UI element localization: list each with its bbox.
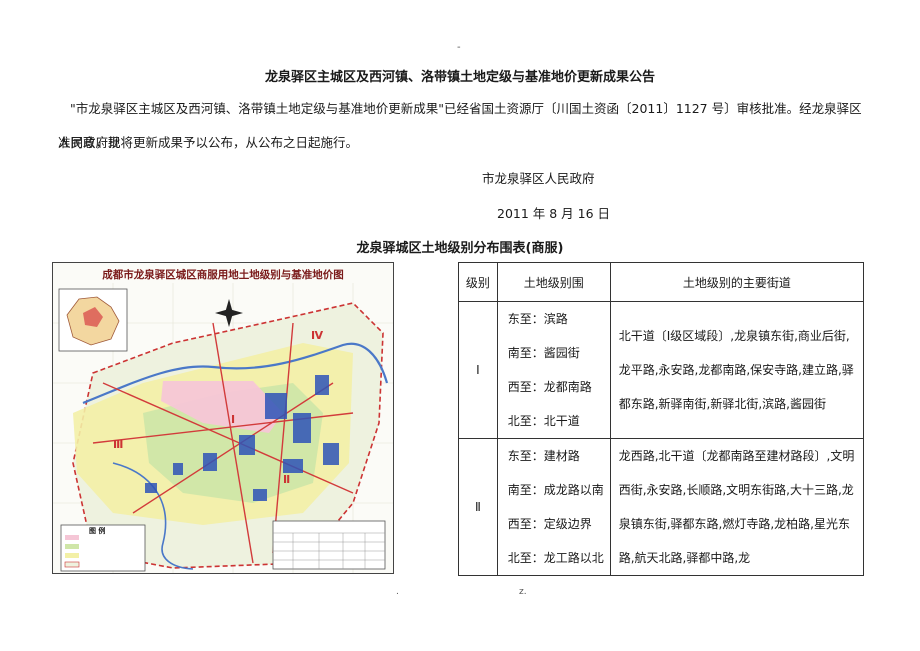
bound-south: 南至：酱园街	[507, 346, 580, 360]
bound-north: 北至：北干道	[507, 414, 580, 428]
map-zone-label-2: Ⅱ	[283, 473, 291, 486]
table-title: 龙泉驿城区土地级别分布围表(商服)	[356, 241, 564, 256]
land-grade-map: 成都市龙泉驿区城区商服用地土地级别与基准地价图 Ⅰ Ⅱ Ⅲ Ⅳ 图 例	[52, 262, 394, 574]
bound-west: 西至：定级边界	[507, 517, 592, 531]
map-zone-label-4: Ⅳ	[311, 329, 324, 342]
bound-east: 东至：滨路	[507, 312, 568, 326]
streets-text: 北干道〔Ⅰ级区域段〕,龙泉镇东街,商业后街,龙平路,永安路,龙都南路,保安寺路,…	[618, 329, 854, 411]
bound-north: 北至：龙工路以北	[507, 551, 604, 565]
page-top-mark: -	[457, 42, 461, 53]
bound-south: 南至：成龙路以南	[507, 483, 604, 497]
map-zone-label-1: Ⅰ	[231, 413, 236, 426]
bound-west: 西至：龙都南路	[507, 380, 592, 394]
row-bounds: 东至：建材路 南至：成龙路以南 西至：定级边界 北至：龙工路以北	[496, 438, 611, 576]
signer: 市龙泉驿区人民政府	[482, 171, 595, 186]
row-streets: 龙西路,北干道〔龙都南路至建材路段〕,文明西街,永安路,长顺路,文明东街路,大十…	[609, 438, 865, 576]
announcement-paragraph-line2: 准同意，现将更新成果予以公布，从公布之日起施行。	[58, 135, 359, 150]
row-bounds: 东至：滨路 南至：酱园街 西至：龙都南路 北至：北干道	[496, 301, 611, 439]
table-row: Ⅰ 东至：滨路 南至：酱园街 西至：龙都南路 北至：北干道 北干道〔Ⅰ级区域段〕…	[458, 301, 865, 439]
row-level: Ⅱ	[458, 438, 498, 576]
document-title: 龙泉驿区主城区及西河镇、洛带镇土地定级与基准地价更新成果公告	[264, 70, 655, 85]
table-header-row: 级别 土地级别围 土地级别的主要街道	[458, 262, 865, 302]
map-price-table-frame	[272, 520, 386, 570]
header-level: 级别	[458, 262, 498, 302]
map-title: 成都市龙泉驿区城区商服用地土地级别与基准地价图	[102, 269, 344, 281]
map-zone-label-3: Ⅲ	[113, 438, 124, 451]
footer-mark-right: z.	[519, 587, 527, 597]
header-bounds: 土地级别围	[496, 262, 611, 302]
row-streets: 北干道〔Ⅰ级区域段〕,龙泉镇东街,商业后街,龙平路,永安路,龙都南路,保安寺路,…	[609, 301, 865, 439]
header-streets: 土地级别的主要街道	[609, 262, 865, 302]
bound-east: 东至：建材路	[507, 449, 580, 463]
land-grade-table: 级别 土地级别围 土地级别的主要街道 Ⅰ 东至：滨路 南至：酱园街 西至：龙都南…	[458, 262, 865, 576]
streets-text: 龙西路,北干道〔龙都南路至建材路段〕,文明西街,永安路,长顺路,文明东街路,大十…	[618, 449, 855, 565]
row-level: Ⅰ	[458, 301, 498, 439]
table-row: Ⅱ 东至：建材路 南至：成龙路以南 西至：定级边界 北至：龙工路以北 龙西路,北…	[458, 438, 865, 576]
footer-mark-left: .	[396, 587, 399, 597]
announcement-date: 2011 年 8 月 16 日	[497, 206, 611, 221]
map-legend-title: 图 例	[89, 527, 106, 535]
